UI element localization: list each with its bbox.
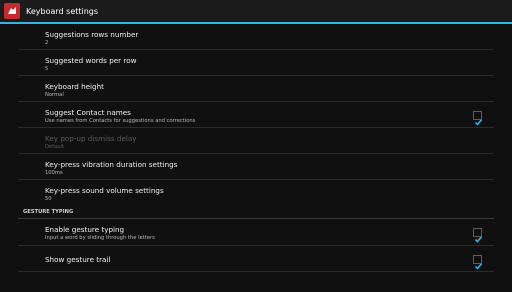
pref-title: Key-press vibration duration settings xyxy=(45,160,178,169)
pref-vibration-duration[interactable]: Key-press vibration duration settings 10… xyxy=(18,154,494,180)
pref-summary: 100ms xyxy=(45,170,63,176)
pref-title: Show gesture trail xyxy=(45,255,111,264)
app-launcher-icon[interactable] xyxy=(4,3,20,19)
pref-sound-volume[interactable]: Key-press sound volume settings 50 xyxy=(18,180,494,206)
pref-key-popup-delay: Key pop-up dismiss delay Default xyxy=(18,128,494,154)
pref-suggestions-rows[interactable]: Suggestions rows number 2 xyxy=(18,24,494,50)
pref-words-per-row[interactable]: Suggested words per row 5 xyxy=(18,50,494,76)
checkmark-icon xyxy=(474,263,483,270)
pref-summary: 5 xyxy=(45,66,49,72)
pref-summary: Use names from Contacts for suggestions … xyxy=(45,118,196,124)
pref-summary: Default xyxy=(45,144,64,150)
pref-summary: Input a word by sliding through the lett… xyxy=(45,235,155,241)
section-header-gesture-typing: GESTURE TYPING xyxy=(18,209,494,219)
pref-title: Suggest Contact names xyxy=(45,108,131,117)
action-bar: Keyboard settings xyxy=(0,0,512,22)
gesture-typing-checkbox[interactable] xyxy=(473,228,483,243)
checkmark-icon xyxy=(474,236,483,243)
pref-title: Suggestions rows number xyxy=(45,30,139,39)
gesture-trail-checkbox[interactable] xyxy=(473,255,483,270)
pref-keyboard-height[interactable]: Keyboard height Normal xyxy=(18,76,494,102)
pref-summary: 2 xyxy=(45,40,49,46)
pref-title: Keyboard height xyxy=(45,82,104,91)
pref-suggest-contact-names[interactable]: Suggest Contact names Use names from Con… xyxy=(18,102,494,128)
pref-title: Key pop-up dismiss delay xyxy=(45,134,137,143)
suggest-contacts-checkbox[interactable] xyxy=(473,111,483,126)
pref-summary: Normal xyxy=(45,92,64,98)
app-title: Keyboard settings xyxy=(26,6,99,16)
section-header-label: GESTURE TYPING xyxy=(23,209,74,215)
pref-title: Enable gesture typing xyxy=(45,225,125,234)
pref-title: Suggested words per row xyxy=(45,56,137,65)
pref-summary: 50 xyxy=(45,196,52,202)
pref-title: Key-press sound volume settings xyxy=(45,186,164,195)
pref-show-gesture-trail[interactable]: Show gesture trail xyxy=(18,246,494,272)
pref-enable-gesture-typing[interactable]: Enable gesture typing Input a word by sl… xyxy=(18,220,494,246)
checkmark-icon xyxy=(474,119,483,126)
